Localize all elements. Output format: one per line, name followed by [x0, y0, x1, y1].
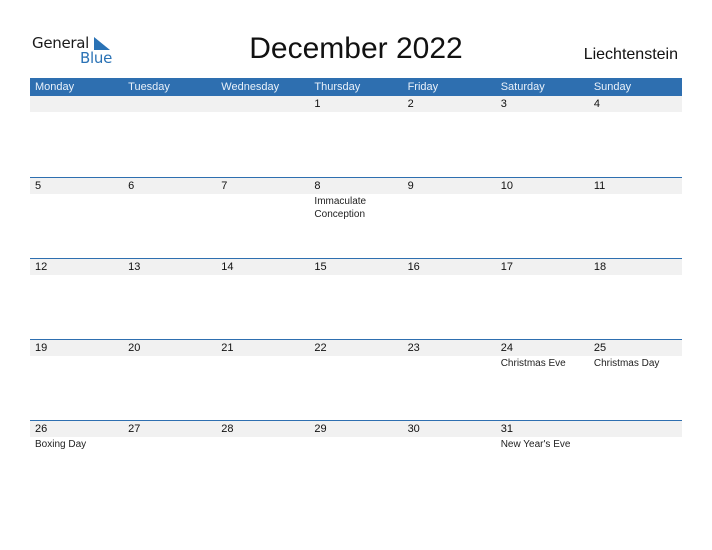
day-number [35, 96, 123, 112]
day-number: 29 [314, 423, 327, 435]
day-number: 21 [221, 342, 234, 354]
day-number: 9 [407, 180, 414, 192]
day-number: 28 [221, 423, 234, 435]
day-cell: 2 [403, 96, 496, 113]
day-cell: 8 Immaculate Conception [309, 178, 402, 221]
day-cell: 27 [123, 421, 216, 451]
weekday-wednesday: Wednesday [221, 81, 280, 93]
week-cells: 5 6 7 8 Immaculate Conception 9 10 11 [30, 178, 682, 221]
day-cell: 17 [496, 259, 589, 276]
holiday-label: Christmas Eve [500, 358, 566, 369]
day-number: 20 [128, 342, 141, 354]
day-cell: 10 [496, 178, 589, 221]
week-row: 19 20 21 22 23 24 Christmas Eve 25 Christmas Day [30, 339, 682, 420]
day-cell: 6 [123, 178, 216, 221]
day-number: 4 [593, 98, 600, 110]
day-number: 26 [35, 423, 48, 435]
day-number [594, 421, 682, 437]
day-number: 8 [314, 180, 321, 192]
week-row: 1 2 3 4 [30, 96, 682, 177]
calendar-grid: Monday Tuesday Wednesday Thursday Friday… [30, 78, 682, 501]
week-cells: 12 13 14 15 16 17 18 [30, 259, 682, 276]
day-number: 6 [128, 180, 135, 192]
day-cell: 4 [589, 96, 682, 113]
day-number: 11 [593, 180, 606, 192]
day-cell: 25 Christmas Day [589, 340, 682, 370]
day-cell: 16 [403, 259, 496, 276]
weekday-saturday: Saturday [500, 81, 545, 93]
day-cell [30, 96, 123, 113]
weeks-container: 1 2 3 4 5 6 7 8 Immaculate Conception 9 10 11 12 13 14… [30, 96, 682, 501]
day-cell: 15 [309, 259, 402, 276]
weekday-monday: Monday [35, 81, 75, 93]
week-row: 26 Boxing Day 27 28 29 30 31 New Year's Eve [30, 420, 682, 501]
day-cell: 5 [30, 178, 123, 221]
day-number [221, 96, 309, 112]
day-cell: 29 [309, 421, 402, 451]
holiday-label: Boxing Day [35, 439, 87, 450]
day-cell: 3 [496, 96, 589, 113]
day-cell: 24 Christmas Eve [496, 340, 589, 370]
day-number: 2 [407, 98, 414, 110]
day-cell: 19 [30, 340, 123, 370]
day-cell: 12 [30, 259, 123, 276]
weekday-sunday: Sunday [593, 81, 632, 93]
day-number: 17 [500, 261, 513, 273]
day-cell: 20 [123, 340, 216, 370]
day-number: 24 [500, 342, 513, 354]
holiday-label: Christmas Day [593, 358, 660, 369]
day-number: 5 [35, 180, 42, 192]
day-cell: 30 [403, 421, 496, 451]
weekday-thursday: Thursday [314, 81, 361, 93]
day-cell [123, 96, 216, 113]
day-number: 7 [221, 180, 228, 192]
day-number: 25 [593, 342, 607, 354]
day-number: 16 [407, 261, 420, 273]
day-cell: 11 [589, 178, 682, 221]
day-number: 12 [35, 261, 48, 273]
week-row: 5 6 7 8 Immaculate Conception 9 10 11 [30, 177, 682, 258]
holiday-label: New Year's Eve [500, 439, 571, 450]
day-number: 22 [314, 342, 327, 354]
week-cells: 26 Boxing Day 27 28 29 30 31 New Year's Eve [30, 421, 682, 451]
day-cell [589, 421, 682, 451]
week-cells: 19 20 21 22 23 24 Christmas Eve 25 Christmas Day [30, 340, 682, 370]
day-cell: 13 [123, 259, 216, 276]
day-number: 31 [500, 423, 513, 435]
day-cell: 9 [403, 178, 496, 221]
day-number [128, 96, 216, 112]
day-number: 14 [221, 261, 234, 273]
day-cell: 7 [216, 178, 309, 221]
day-number: 1 [314, 98, 321, 110]
weekday-header: Monday Tuesday Wednesday Thursday Friday… [30, 78, 682, 96]
day-number: 13 [128, 261, 141, 273]
week-row: 12 13 14 15 16 17 18 [30, 258, 682, 339]
day-cell: 31 New Year's Eve [496, 421, 589, 451]
weekday-tuesday: Tuesday [128, 81, 170, 93]
country-label: Liechtenstein [583, 46, 678, 63]
holiday-label: Immaculate Conception [314, 196, 367, 220]
day-number: 3 [500, 98, 507, 110]
day-number: 10 [500, 180, 513, 192]
day-number: 19 [35, 342, 48, 354]
day-cell: 14 [216, 259, 309, 276]
day-number: 18 [593, 261, 607, 273]
day-cell: 21 [216, 340, 309, 370]
day-cell: 1 [309, 96, 402, 113]
day-number: 27 [128, 423, 141, 435]
day-number: 23 [407, 342, 420, 354]
day-number: 30 [407, 423, 420, 435]
day-cell: 28 [216, 421, 309, 451]
day-cell: 22 [309, 340, 402, 370]
day-number: 15 [314, 261, 327, 273]
weekday-friday: Friday [407, 81, 439, 93]
day-cell: 18 [589, 259, 682, 276]
day-cell [216, 96, 309, 113]
day-cell: 23 [403, 340, 496, 370]
day-cell: 26 Boxing Day [30, 421, 123, 451]
week-cells: 1 2 3 4 [30, 96, 682, 113]
